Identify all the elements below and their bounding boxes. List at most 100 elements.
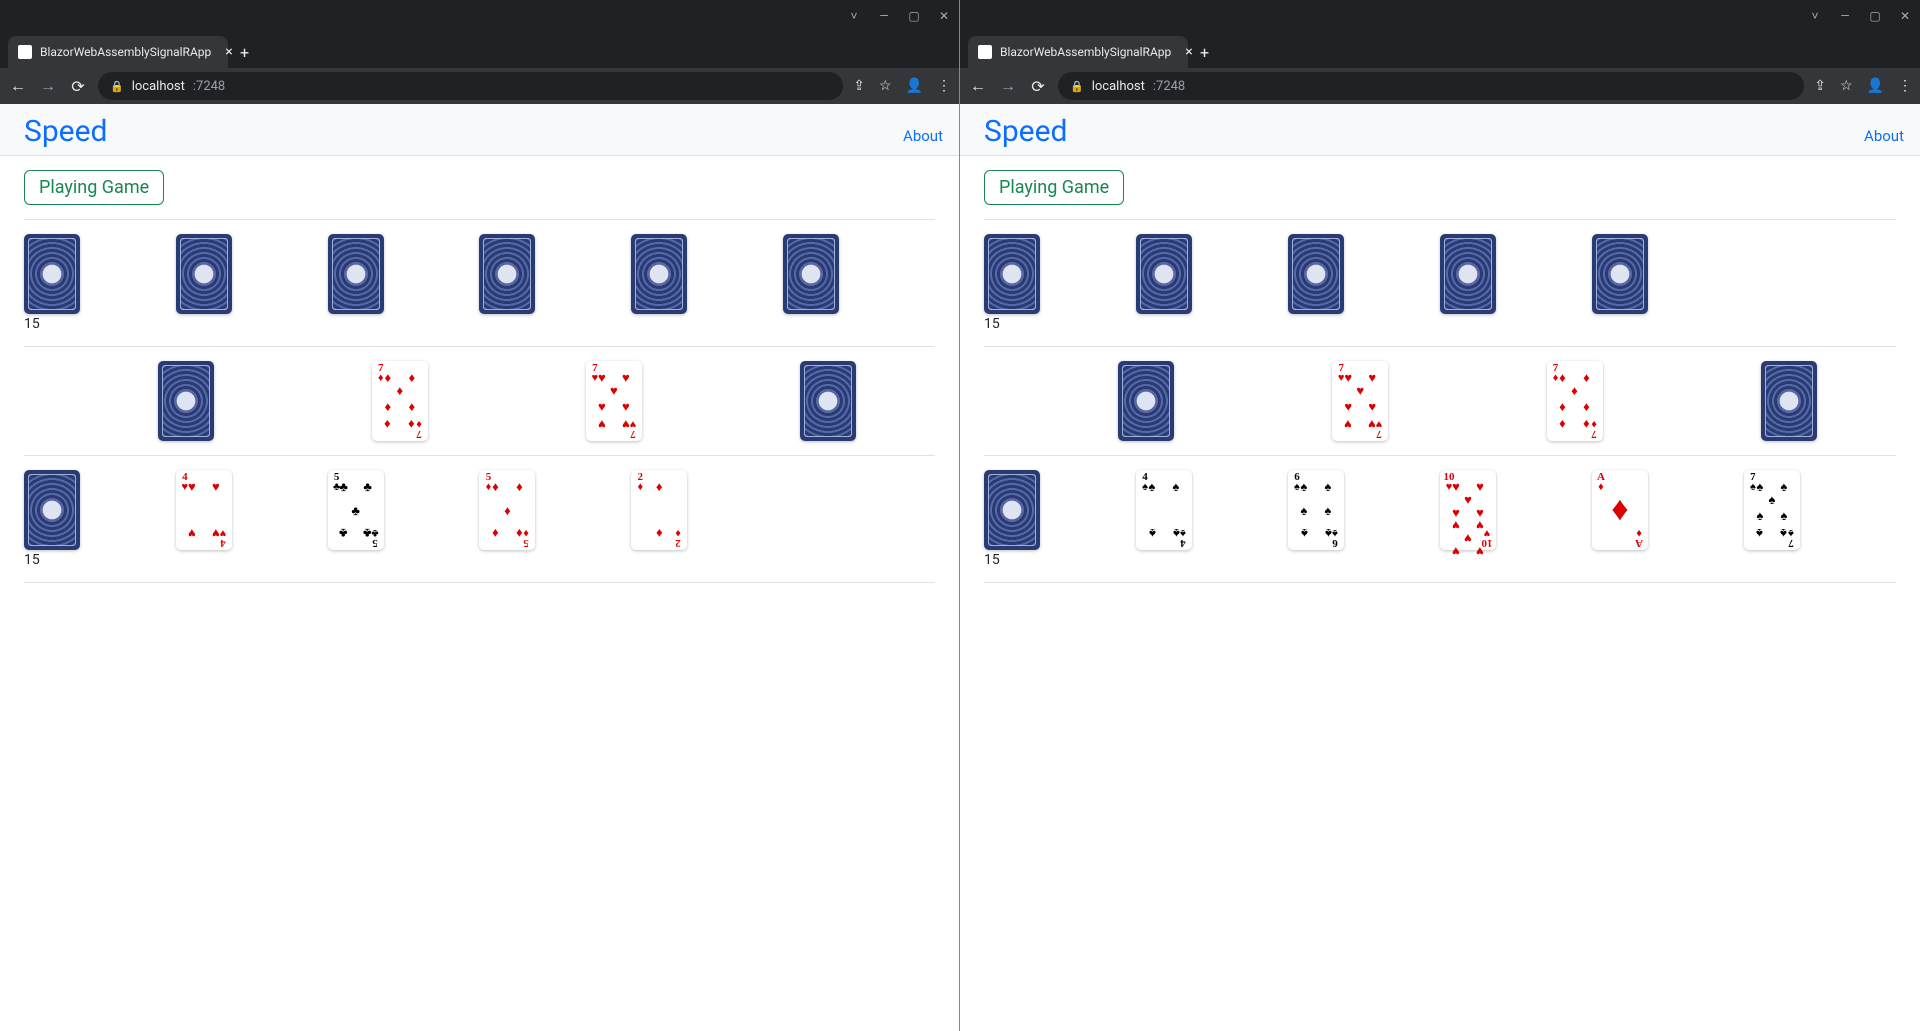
url-input[interactable]: 🔒 localhost :7248 — [98, 72, 843, 100]
app-navbar: Speed About — [960, 104, 1920, 156]
opponent-card-slot — [1136, 234, 1288, 314]
card-corner-bottom: 7♥ — [627, 418, 639, 438]
card-back[interactable] — [1118, 361, 1174, 441]
url-host: localhost — [1092, 79, 1145, 94]
favicon-icon — [18, 45, 32, 59]
card-back — [783, 234, 839, 314]
play-pile-right[interactable]: 7♦♦♦♦♦♦♦♦7♦ — [1467, 361, 1681, 441]
hand-card-slot[interactable]: 6♠♠♠♠♠♠♠6♠ — [1288, 470, 1440, 550]
browser-tab[interactable]: BlazorWebAssemblySignalRApp× — [968, 36, 1188, 68]
card-corner-bottom: A♦ — [1633, 527, 1645, 547]
page-content: SpeedAboutPlaying Game157♦♦♦♦♦♦♦♦7♦7♥♥♥♥… — [0, 104, 959, 1031]
minimize-icon[interactable]: — — [1838, 9, 1852, 23]
reload-button[interactable]: ⟳ — [1028, 77, 1048, 96]
page-content: Speed About Playing Game 15 7♥♥♥♥♥♥♥♥7♥ 7♦♦♦♦… — [960, 104, 1920, 1031]
player-hand-row: 4♠♠♠♠♠4♠ 6♠♠♠♠♠♠♠6♠ 10♥♥♥♥♥♥♥♥♥♥♥10♥ A♦♦A♦ 7… — [984, 470, 1896, 550]
opponent-row — [984, 234, 1896, 314]
brand-link[interactable]: Speed — [24, 114, 107, 149]
opponent-card-slot — [479, 234, 631, 314]
play-pile-left[interactable]: 7♦♦♦♦♦♦♦♦7♦ — [293, 361, 507, 441]
game-area: Playing Game 15 7♥♥♥♥♥♥♥♥7♥ 7♦♦♦♦♦♦♦♦7♦ 4♠♠♠… — [960, 156, 1920, 611]
player-draw-pile[interactable] — [984, 470, 1136, 550]
browser-window-right: ˅ — ▢ ✕ BlazorWebAssemblySignalRApp×+ ← → ⟳ 🔒loc… — [960, 0, 1920, 1031]
url-host: localhost — [132, 79, 185, 94]
favicon-icon — [978, 45, 992, 59]
game-status-button[interactable]: Playing Game — [984, 170, 1124, 205]
hand-card-slot[interactable]: 4♥♥♥♥♥4♥ — [176, 470, 328, 550]
card-7-hearts[interactable]: 7♥♥♥♥♥♥♥♥7♥ — [586, 361, 642, 441]
about-link[interactable]: About — [1864, 127, 1904, 149]
game-status-button[interactable]: Playing Game — [24, 170, 164, 205]
play-pile-right[interactable]: 7♥♥♥♥♥♥♥♥7♥ — [507, 361, 721, 441]
card-2-diamonds[interactable]: 2♦♦♦2♦ — [631, 470, 687, 550]
forward-button[interactable]: → — [998, 76, 1018, 96]
new-tab-button[interactable]: + — [1188, 36, 1221, 68]
menu-icon[interactable]: ⋮ — [1898, 78, 1912, 94]
browser-tab[interactable]: BlazorWebAssemblySignalRApp× — [8, 36, 228, 68]
url-input[interactable]: 🔒localhost:7248 — [1058, 72, 1804, 100]
card-5-diamonds[interactable]: 5♦♦♦♦♦♦5♦ — [479, 470, 535, 550]
brand-link[interactable]: Speed — [984, 114, 1067, 149]
app-navbar: Speed About — [0, 104, 959, 156]
reload-button[interactable]: ⟳ — [68, 77, 88, 96]
address-bar: ← → ⟳ 🔒localhost:7248 ⇪ ☆ 👤 ⋮ — [960, 68, 1920, 104]
star-icon[interactable]: ☆ — [879, 78, 892, 94]
maximize-icon[interactable]: ▢ — [1868, 9, 1882, 23]
card-7-hearts[interactable]: 7♥♥♥♥♥♥♥♥7♥ — [1332, 361, 1388, 441]
new-tab-button[interactable]: + — [228, 36, 261, 68]
hand-card-slot[interactable]: 4♠♠♠♠♠4♠ — [1136, 470, 1288, 550]
menu-icon[interactable]: ⋮ — [937, 78, 951, 94]
dropdown-icon[interactable]: ˅ — [1808, 9, 1822, 23]
about-link[interactable]: About — [903, 127, 943, 149]
close-icon[interactable]: ✕ — [1898, 9, 1912, 23]
play-pile-left[interactable]: 7♥♥♥♥♥♥♥♥7♥ — [1253, 361, 1467, 441]
card-corner-bottom: 5♦ — [520, 527, 532, 547]
profile-icon[interactable]: 👤 — [1867, 78, 1884, 94]
side-pile-left[interactable] — [79, 361, 293, 441]
maximize-icon[interactable]: ▢ — [907, 9, 921, 23]
url-port: :7248 — [193, 79, 225, 94]
hand-card-slot[interactable]: A♦♦A♦ — [1592, 470, 1744, 550]
close-icon[interactable]: ✕ — [937, 9, 951, 23]
card-A-diamonds[interactable]: A♦♦A♦ — [1592, 470, 1648, 550]
side-pile-right[interactable] — [1682, 361, 1896, 441]
card-corner-bottom: 7♦ — [1588, 418, 1600, 438]
card-4-hearts[interactable]: 4♥♥♥♥♥4♥ — [176, 470, 232, 550]
forward-button[interactable]: → — [38, 76, 58, 96]
back-button[interactable]: ← — [8, 76, 28, 96]
card-back[interactable] — [158, 361, 214, 441]
side-pile-left[interactable] — [1039, 361, 1253, 441]
hand-card-slot[interactable]: 5♦♦♦♦♦♦5♦ — [479, 470, 631, 550]
browser-window-left: ˅ — ▢ ✕ BlazorWebAssemblySignalRApp×+ ← → ⟳ 🔒 loc… — [0, 0, 960, 1031]
lock-icon: 🔒 — [110, 80, 124, 93]
share-icon[interactable]: ⇪ — [1814, 78, 1826, 94]
star-icon[interactable]: ☆ — [1840, 78, 1853, 94]
card-back[interactable] — [800, 361, 856, 441]
side-pile-right[interactable] — [721, 361, 935, 441]
hand-card-slot[interactable]: 7♠♠♠♠♠♠♠♠7♠ — [1744, 470, 1896, 550]
dropdown-icon[interactable]: ˅ — [847, 9, 861, 23]
card-7-diamonds[interactable]: 7♦♦♦♦♦♦♦♦7♦ — [1547, 361, 1603, 441]
card-back[interactable] — [1761, 361, 1817, 441]
card-back[interactable] — [984, 470, 1040, 550]
card-back[interactable] — [24, 470, 80, 550]
card-4-spades[interactable]: 4♠♠♠♠♠4♠ — [1136, 470, 1192, 550]
profile-icon[interactable]: 👤 — [906, 78, 923, 94]
card-6-spades[interactable]: 6♠♠♠♠♠♠♠6♠ — [1288, 470, 1344, 550]
hand-card-slot[interactable]: 5♣♣♣♣♣♣5♣ — [328, 470, 480, 550]
hand-card-slot[interactable]: 10♥♥♥♥♥♥♥♥♥♥♥10♥ — [1440, 470, 1592, 550]
card-7-spades[interactable]: 7♠♠♠♠♠♠♠♠7♠ — [1744, 470, 1800, 550]
card-back — [984, 234, 1040, 314]
card-back — [176, 234, 232, 314]
minimize-icon[interactable]: — — [877, 9, 891, 23]
card-7-diamonds[interactable]: 7♦♦♦♦♦♦♦♦7♦ — [372, 361, 428, 441]
share-icon[interactable]: ⇪ — [853, 78, 865, 94]
player-deck-count: 15 — [984, 552, 1896, 568]
card-10-hearts[interactable]: 10♥♥♥♥♥♥♥♥♥♥♥10♥ — [1440, 470, 1496, 550]
hand-card-slot[interactable]: 2♦♦♦2♦ — [631, 470, 783, 550]
card-5-clubs[interactable]: 5♣♣♣♣♣♣5♣ — [328, 470, 384, 550]
game-area: Playing Game157♦♦♦♦♦♦♦♦7♦7♥♥♥♥♥♥♥♥7♥4♥♥♥… — [0, 156, 959, 611]
player-draw-pile[interactable] — [24, 470, 176, 550]
tab-bar: BlazorWebAssemblySignalRApp×+ — [960, 32, 1920, 68]
back-button[interactable]: ← — [968, 76, 988, 96]
